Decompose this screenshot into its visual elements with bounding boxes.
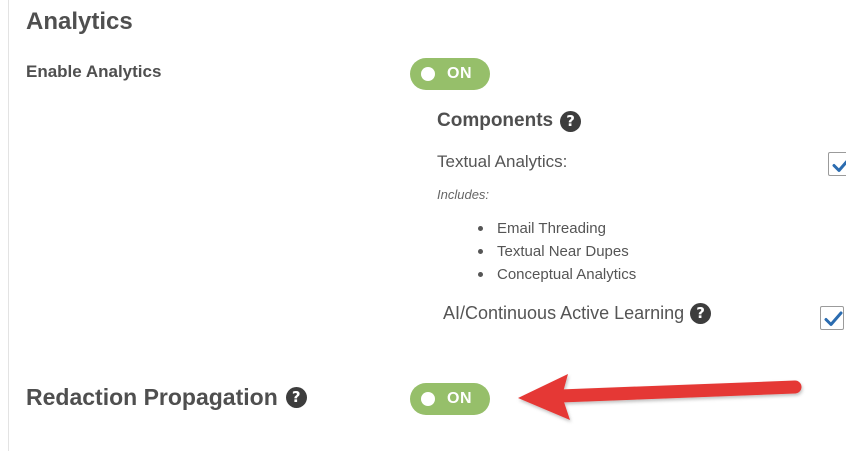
enable-analytics-toggle[interactable]: ON [410, 58, 490, 90]
section-title: Analytics [26, 8, 133, 35]
question-circle-icon[interactable]: ? [690, 303, 712, 324]
toggle-state-label: ON [447, 390, 472, 407]
redaction-propagation-label: Redaction Propagation [26, 384, 278, 410]
toggle-knob [421, 67, 435, 81]
settings-panel: Analytics Enable Analytics ON Components… [0, 0, 846, 451]
red-arrow-annotation [518, 374, 802, 420]
checkmark-icon [824, 311, 843, 326]
includes-list: Email Threading Textual Near Dupes Conce… [478, 217, 636, 286]
toggle-state-label: ON [447, 65, 472, 82]
ai-cal-label: AI/Continuous Active Learning [443, 303, 685, 323]
ai-cal-checkbox[interactable] [820, 306, 844, 330]
question-circle-icon[interactable]: ? [285, 387, 307, 408]
redaction-propagation-heading: Redaction Propagation ? [26, 384, 307, 411]
list-item: Email Threading [478, 217, 636, 240]
redaction-propagation-toggle[interactable]: ON [410, 383, 490, 415]
textual-analytics-checkbox[interactable] [828, 152, 846, 176]
components-heading: Components ? [437, 110, 582, 132]
list-item: Textual Near Dupes [478, 240, 636, 263]
left-divider [8, 0, 9, 451]
checkmark-icon [832, 160, 846, 172]
textual-analytics-label: Textual Analytics: [437, 152, 568, 171]
enable-analytics-label: Enable Analytics [26, 62, 162, 81]
ai-cal-row-label: AI/Continuous Active Learning ? [443, 303, 712, 324]
includes-label: Includes: [437, 187, 490, 202]
components-heading-label: Components [437, 110, 554, 131]
list-item: Conceptual Analytics [478, 263, 636, 286]
toggle-knob [421, 392, 435, 406]
question-circle-icon[interactable]: ? [560, 110, 582, 132]
